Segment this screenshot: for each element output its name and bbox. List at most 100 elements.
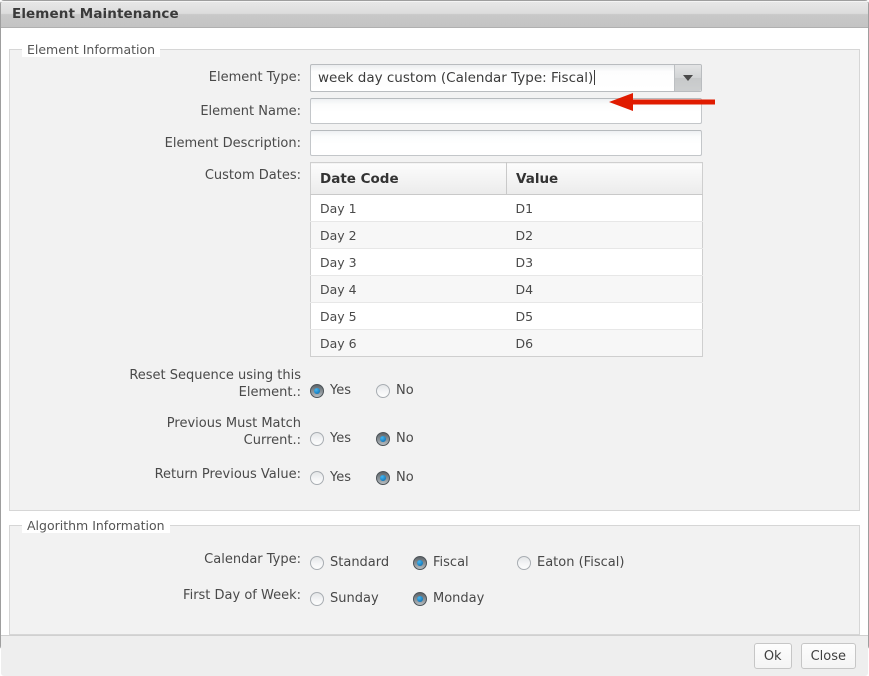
previous-must-match-option-yes[interactable]: Yes (310, 431, 376, 446)
previous-must-match-option-no[interactable]: No (376, 431, 414, 446)
reset-sequence-option-yes[interactable]: Yes (310, 383, 376, 398)
table-row[interactable]: Day 3 D3 (310, 248, 703, 276)
calendar-type-radio-group: Standard Fiscal Eaton (Fiscal) (310, 547, 859, 575)
radio-icon (413, 591, 427, 606)
custom-dates-row: Custom Dates: Date Code Value Day 1 D1 D… (10, 162, 859, 357)
cell-date-code: Day 3 (310, 248, 507, 276)
radio-icon (376, 383, 390, 398)
radio-icon (310, 431, 324, 446)
table-row[interactable]: Day 5 D5 (310, 302, 703, 330)
reset-sequence-field: Yes No (310, 366, 859, 403)
previous-must-match-radio-group: Yes No (310, 414, 859, 451)
radio-icon (310, 470, 324, 485)
previous-must-match-label-line1: Previous Must Match (166, 416, 301, 431)
radio-icon (517, 555, 531, 570)
radio-icon (376, 431, 390, 446)
reset-sequence-label-line1: Reset Sequence using this (129, 368, 301, 383)
first-day-of-week-radio-group: Sunday Monday (310, 583, 859, 611)
element-information-form: Element Type: week day custom (Calendar … (10, 50, 859, 490)
custom-dates-label: Custom Dates: (204, 168, 301, 183)
custom-dates-field: Date Code Value Day 1 D1 Day 2 D2 Day 3 … (310, 162, 859, 357)
return-previous-value-radio-group: Yes No (310, 462, 859, 490)
return-previous-value-row: Return Previous Value: Yes No (10, 462, 859, 490)
first-day-of-week-field: Sunday Monday (310, 583, 859, 611)
return-previous-value-option-no[interactable]: No (376, 470, 414, 485)
custom-dates-table: Date Code Value Day 1 D1 Day 2 D2 Day 3 … (310, 162, 703, 357)
reset-sequence-label-line2: Element.: (238, 385, 301, 400)
algorithm-information-form: Calendar Type: Standard Fiscal Eaton (Fi… (10, 526, 859, 611)
element-information-legend: Element Information (22, 42, 161, 57)
reset-sequence-option-no[interactable]: No (376, 383, 414, 398)
previous-must-match-row: Previous Must Match Current.: Yes No (10, 414, 859, 451)
reset-sequence-radio-group: Yes No (310, 366, 859, 403)
element-description-field (310, 130, 859, 156)
close-button[interactable]: Close (800, 643, 856, 669)
table-row[interactable]: Day 1 D1 (310, 194, 703, 222)
element-name-input[interactable] (310, 98, 702, 124)
previous-must-match-field: Yes No (310, 414, 859, 451)
cell-value: D3 (506, 248, 703, 276)
custom-dates-table-body: Day 1 D1 Day 2 D2 Day 3 D3 Day 4 D4 Day … (310, 194, 703, 357)
previous-must-match-label: Previous Must Match Current.: (10, 414, 310, 449)
calendar-type-field: Standard Fiscal Eaton (Fiscal) (310, 547, 859, 575)
radio-icon (310, 591, 324, 606)
calendar-type-option-eaton-fiscal[interactable]: Eaton (Fiscal) (517, 555, 624, 570)
ok-button[interactable]: Ok (753, 643, 792, 669)
reset-sequence-row: Reset Sequence using this Element.: Yes … (10, 366, 859, 403)
calendar-type-label: Calendar Type: (204, 552, 301, 567)
element-type-value: week day custom (Calendar Type: Fiscal) (318, 70, 596, 86)
text-caret (594, 70, 596, 85)
element-description-label: Element Description: (164, 136, 301, 151)
cell-date-code: Day 1 (310, 194, 507, 222)
reset-sequence-label: Reset Sequence using this Element.: (10, 366, 310, 401)
window-titlebar: Element Maintenance (1, 1, 868, 28)
element-type-dropdown[interactable]: week day custom (Calendar Type: Fiscal) (310, 64, 702, 92)
element-name-field (310, 98, 859, 124)
first-day-of-week-option-monday[interactable]: Monday (413, 591, 484, 606)
column-header-date-code[interactable]: Date Code (310, 162, 507, 195)
calendar-type-row: Calendar Type: Standard Fiscal Eaton (Fi… (10, 547, 859, 575)
element-description-input[interactable] (310, 130, 702, 156)
first-day-of-week-option-sunday[interactable]: Sunday (310, 591, 413, 606)
element-type-row: Element Type: week day custom (Calendar … (10, 64, 859, 92)
first-day-of-week-label: First Day of Week: (183, 588, 301, 603)
radio-icon (310, 383, 324, 398)
return-previous-value-label: Return Previous Value: (154, 467, 301, 482)
table-row[interactable]: Day 2 D2 (310, 221, 703, 249)
dialog-footer: Ok Close (1, 635, 868, 676)
table-row[interactable]: Day 4 D4 (310, 275, 703, 303)
cell-value: D1 (506, 194, 703, 222)
cell-value: D6 (506, 329, 703, 357)
element-maintenance-window: Element Maintenance Element Information … (0, 0, 869, 676)
calendar-type-option-standard[interactable]: Standard (310, 555, 413, 570)
table-row[interactable]: Day 6 D6 (310, 329, 703, 357)
algorithm-information-legend: Algorithm Information (22, 518, 170, 533)
element-type-field: week day custom (Calendar Type: Fiscal) (310, 64, 859, 92)
first-day-of-week-row: First Day of Week: Sunday Monday (10, 583, 859, 611)
radio-icon (376, 470, 390, 485)
table-header-row: Date Code Value (310, 162, 703, 195)
cell-value: D4 (506, 275, 703, 303)
cell-date-code: Day 5 (310, 302, 507, 330)
previous-must-match-label-line2: Current.: (243, 433, 301, 448)
chevron-down-icon (683, 75, 693, 81)
window-title: Element Maintenance (12, 6, 179, 22)
element-information-group: Element Information Element Type: week d… (9, 42, 860, 511)
element-type-dropdown-button[interactable] (674, 65, 701, 91)
calendar-type-option-fiscal[interactable]: Fiscal (413, 555, 517, 570)
cell-value: D2 (506, 221, 703, 249)
radio-icon (310, 555, 324, 570)
element-description-row: Element Description: (10, 130, 859, 156)
cell-date-code: Day 2 (310, 221, 507, 249)
dialog-body: Element Information Element Type: week d… (1, 28, 868, 635)
algorithm-information-group: Algorithm Information Calendar Type: Sta… (9, 518, 860, 635)
element-name-row: Element Name: (10, 98, 859, 124)
return-previous-value-field: Yes No (310, 462, 859, 490)
cell-date-code: Day 4 (310, 275, 507, 303)
cell-value: D5 (506, 302, 703, 330)
element-type-label: Element Type: (208, 70, 301, 85)
column-header-value[interactable]: Value (506, 162, 703, 195)
return-previous-value-option-yes[interactable]: Yes (310, 470, 376, 485)
element-name-label: Element Name: (200, 104, 301, 119)
radio-icon (413, 555, 427, 570)
